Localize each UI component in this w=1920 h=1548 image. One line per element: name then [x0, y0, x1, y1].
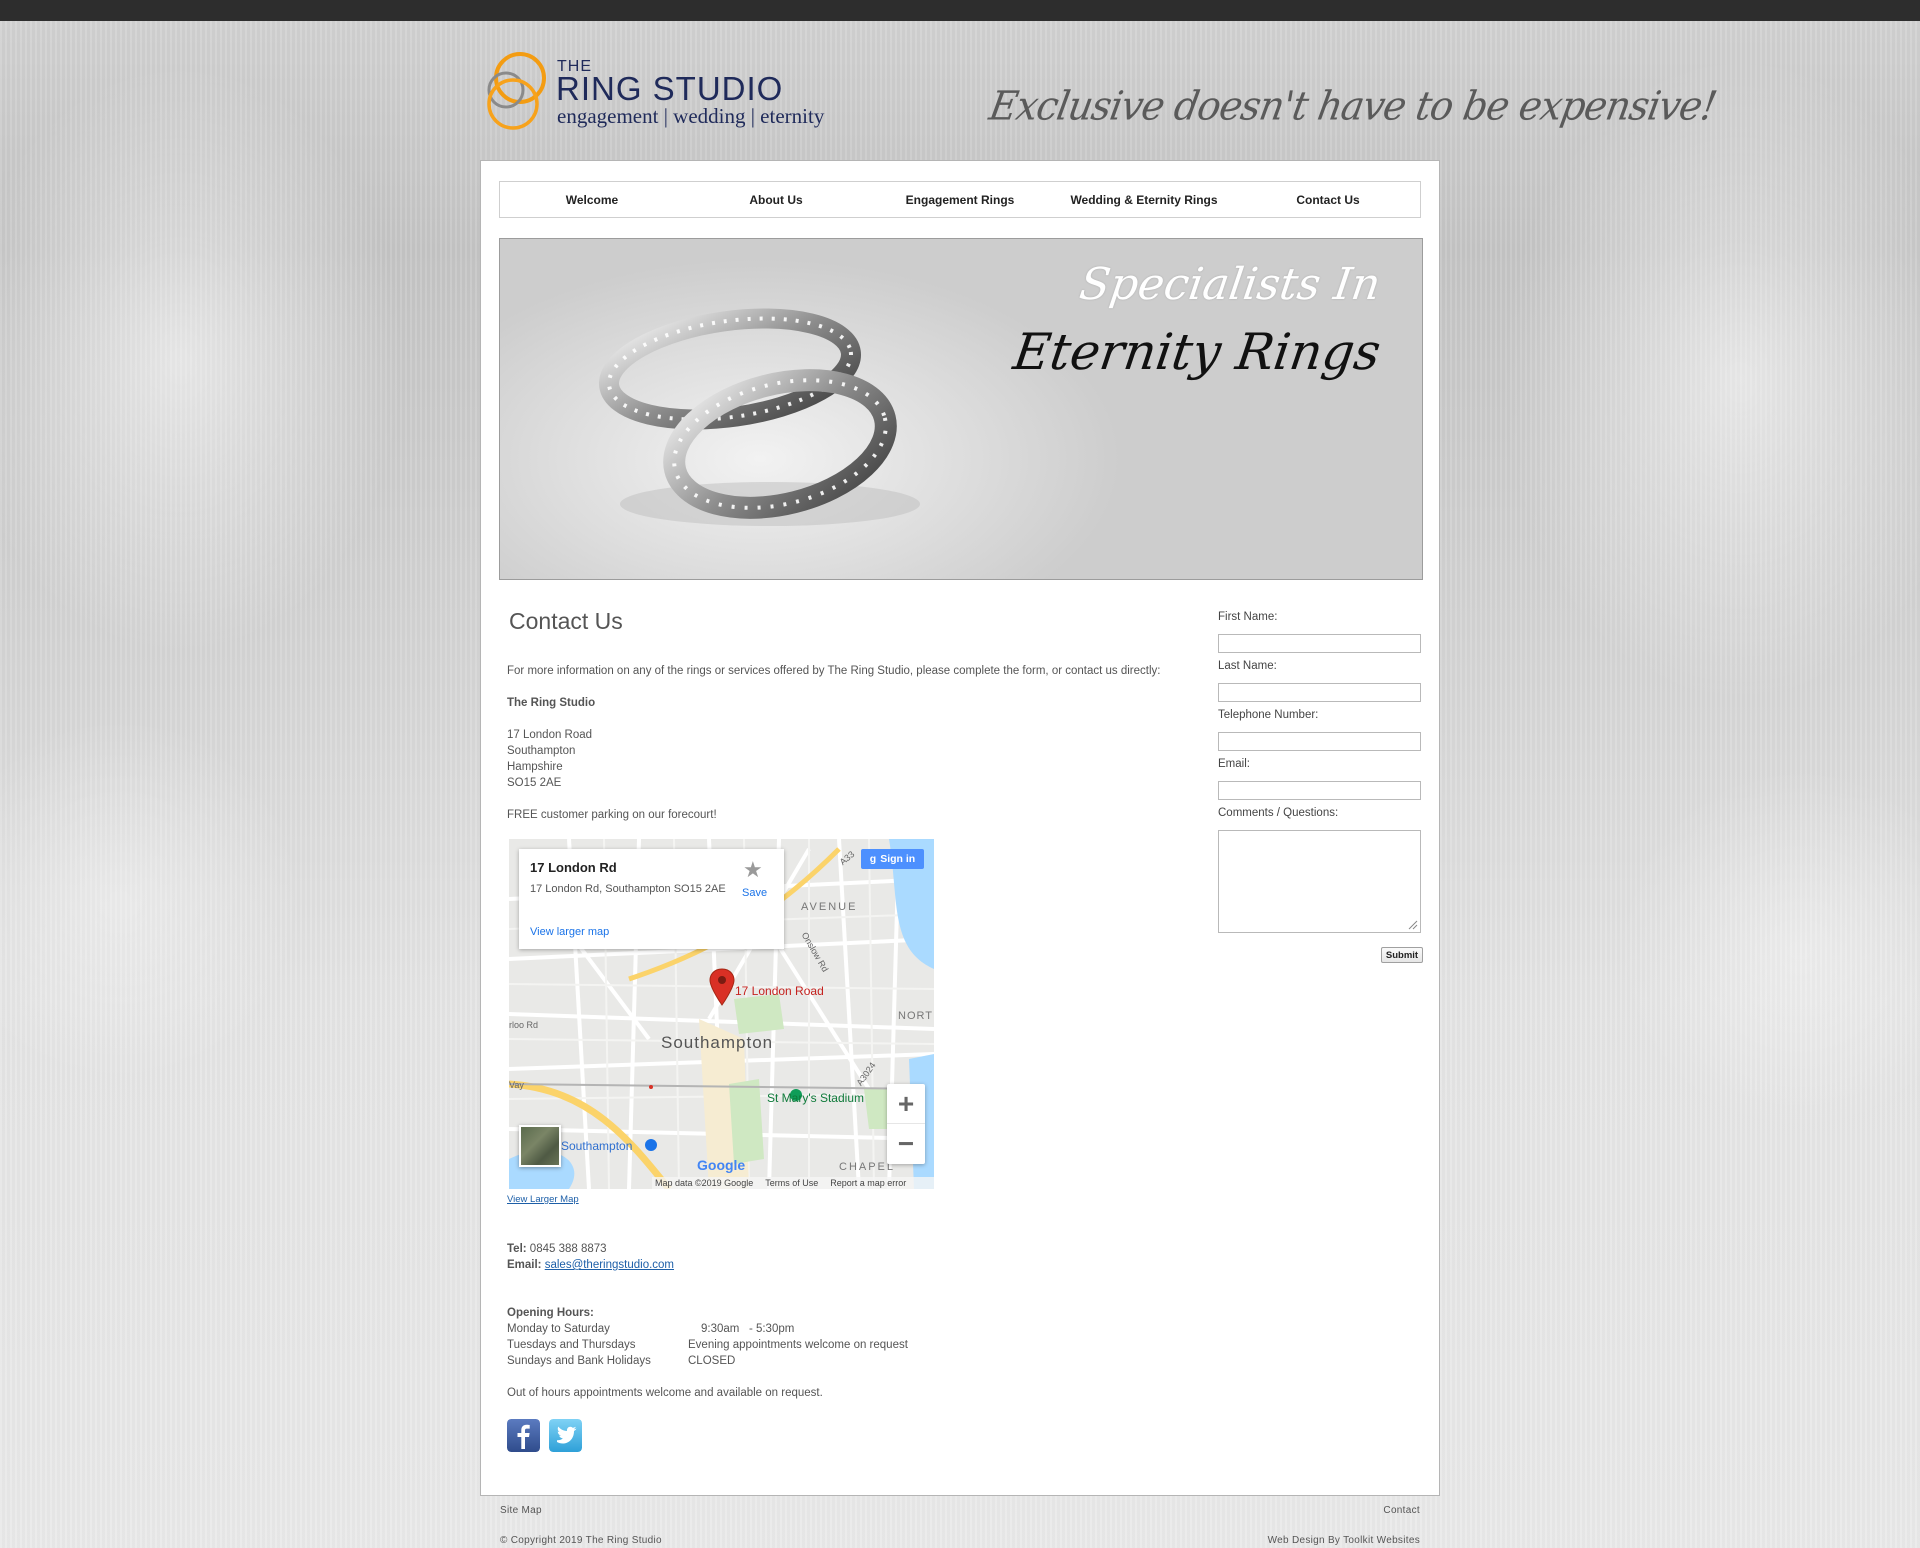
comments-label: Comments / Questions: [1218, 807, 1339, 819]
nav-item-about-us[interactable]: About Us [684, 182, 868, 217]
hours-row-1-time: 9:30am - 5:30pm [701, 1323, 795, 1335]
map-avenue-label: AVENUE [801, 901, 858, 913]
satellite-toggle[interactable] [519, 1125, 561, 1167]
footer-copyright: © Copyright 2019 The Ring Studio [500, 1535, 662, 1546]
eternity-rings-image [599, 308, 920, 526]
email-label: Email: [507, 1259, 542, 1271]
map-sign-in-button[interactable]: g Sign in [861, 849, 924, 869]
first-name-label: First Name: [1218, 611, 1278, 623]
map-pin-label: 17 London Road [735, 984, 824, 998]
map-attribution: Map data ©2019 Google Terms of Use Repor… [652, 1177, 934, 1189]
google-g-icon: g [869, 853, 877, 865]
map-north-label: NORT [898, 1010, 933, 1022]
zoom-out-icon[interactable]: − [887, 1124, 925, 1164]
company-name: The Ring Studio [507, 697, 596, 709]
hours-row-1-days: Monday to Saturday [507, 1323, 610, 1335]
last-name-label: Last Name: [1218, 660, 1277, 672]
facebook-icon[interactable] [507, 1419, 540, 1452]
map-road-loo: rloo Rd [509, 1020, 539, 1030]
hero-banner: Specialists In Eternity Rings [499, 238, 1423, 580]
map-card-view-larger-link[interactable]: View larger map [530, 926, 609, 938]
parking-note: FREE customer parking on our forecourt! [507, 809, 717, 821]
banner-line-1: Specialists In [1076, 259, 1384, 310]
hours-row-3-time: CLOSED [688, 1355, 736, 1367]
resize-handle-icon[interactable] [1406, 918, 1418, 930]
banner-line-2: Eternity Rings [1009, 323, 1385, 381]
map-stadium-label: St Mary's Stadium [767, 1091, 864, 1105]
map-info-card: 17 London Rd 17 London Rd, Southampton S… [519, 849, 784, 949]
last-name-input[interactable] [1218, 683, 1421, 702]
site-logo[interactable]: THE RING STUDIO engagement | wedding | e… [480, 48, 840, 138]
tel-value: 0845 388 8873 [529, 1243, 607, 1255]
map-zoom-control: + − [887, 1084, 925, 1164]
map-card-title: 17 London Rd [530, 860, 617, 875]
email-link[interactable]: sales@theringstudio.com [545, 1259, 674, 1271]
map-station-label: Southampton [561, 1139, 633, 1153]
zoom-in-icon[interactable]: + [887, 1084, 925, 1124]
nav-item-wedding-eternity-rings[interactable]: Wedding & Eternity Rings [1052, 182, 1236, 217]
map-terms-link[interactable]: Terms of Use [765, 1178, 818, 1188]
google-map[interactable]: 17 London Road Southampton St Mary's Sta… [509, 839, 934, 1189]
hours-row-3-days: Sundays and Bank Holidays [507, 1355, 651, 1367]
nav-item-engagement-rings[interactable]: Engagement Rings [868, 182, 1052, 217]
address-line-2: Southampton [507, 745, 576, 757]
google-logo: Google [697, 1157, 746, 1173]
submit-button[interactable]: Submit [1381, 947, 1423, 963]
main-nav: Welcome About Us Engagement Rings Weddin… [499, 181, 1421, 218]
logo-name: RING STUDIO [556, 70, 784, 107]
map-city-label: Southampton [661, 1033, 774, 1052]
page-title: Contact Us [509, 608, 623, 634]
map-report-link[interactable]: Report a map error [830, 1178, 906, 1188]
map-card-address: 17 London Rd, Southampton SO15 2AE [530, 883, 726, 895]
email-field[interactable] [1218, 781, 1421, 800]
tel-label: Tel: [507, 1243, 527, 1255]
comments-textarea[interactable] [1218, 830, 1421, 933]
main-panel: Welcome About Us Engagement Rings Weddin… [480, 160, 1440, 1496]
logo-tagline: engagement | wedding | eternity [557, 104, 825, 128]
browser-top-bar [0, 0, 1920, 21]
hours-title: Opening Hours: [507, 1307, 594, 1319]
footer-contact-link[interactable]: Contact [1383, 1505, 1420, 1516]
telephone-label: Telephone Number: [1218, 709, 1319, 721]
map-road-way: Vay [509, 1080, 524, 1090]
first-name-input[interactable] [1218, 634, 1421, 653]
address-line-1: 17 London Road [507, 729, 593, 741]
twitter-icon[interactable] [549, 1419, 582, 1452]
footer-credit-link[interactable]: Web Design By Toolkit Websites [1268, 1535, 1420, 1546]
map-sign-in-label: Sign in [880, 853, 916, 865]
email-field-label: Email: [1218, 758, 1250, 770]
address-line-4: SO15 2AE [507, 777, 562, 789]
map-data-text: Map data ©2019 Google [655, 1178, 754, 1188]
nav-item-welcome[interactable]: Welcome [500, 182, 684, 217]
telephone-input[interactable] [1218, 732, 1421, 751]
footer-site-map-link[interactable]: Site Map [500, 1505, 542, 1516]
intro-text: For more information on any of the rings… [507, 665, 1161, 677]
address-line-3: Hampshire [507, 761, 563, 773]
star-icon[interactable]: ★ [743, 857, 763, 883]
out-of-hours-note: Out of hours appointments welcome and av… [507, 1387, 823, 1399]
hours-row-2-days: Tuesdays and Thursdays [507, 1339, 636, 1351]
header-slogan: Exclusive doesn't have to be expensive! [985, 82, 1720, 130]
view-larger-map-link[interactable]: View Larger Map [507, 1194, 579, 1205]
contact-content: Contact Us For more information on any o… [507, 601, 1207, 821]
hours-row-2-time: Evening appointments welcome on request [688, 1339, 908, 1351]
map-save-button[interactable]: Save [742, 887, 767, 899]
logo-rings-icon [487, 52, 546, 130]
nav-item-contact-us[interactable]: Contact Us [1236, 182, 1420, 217]
